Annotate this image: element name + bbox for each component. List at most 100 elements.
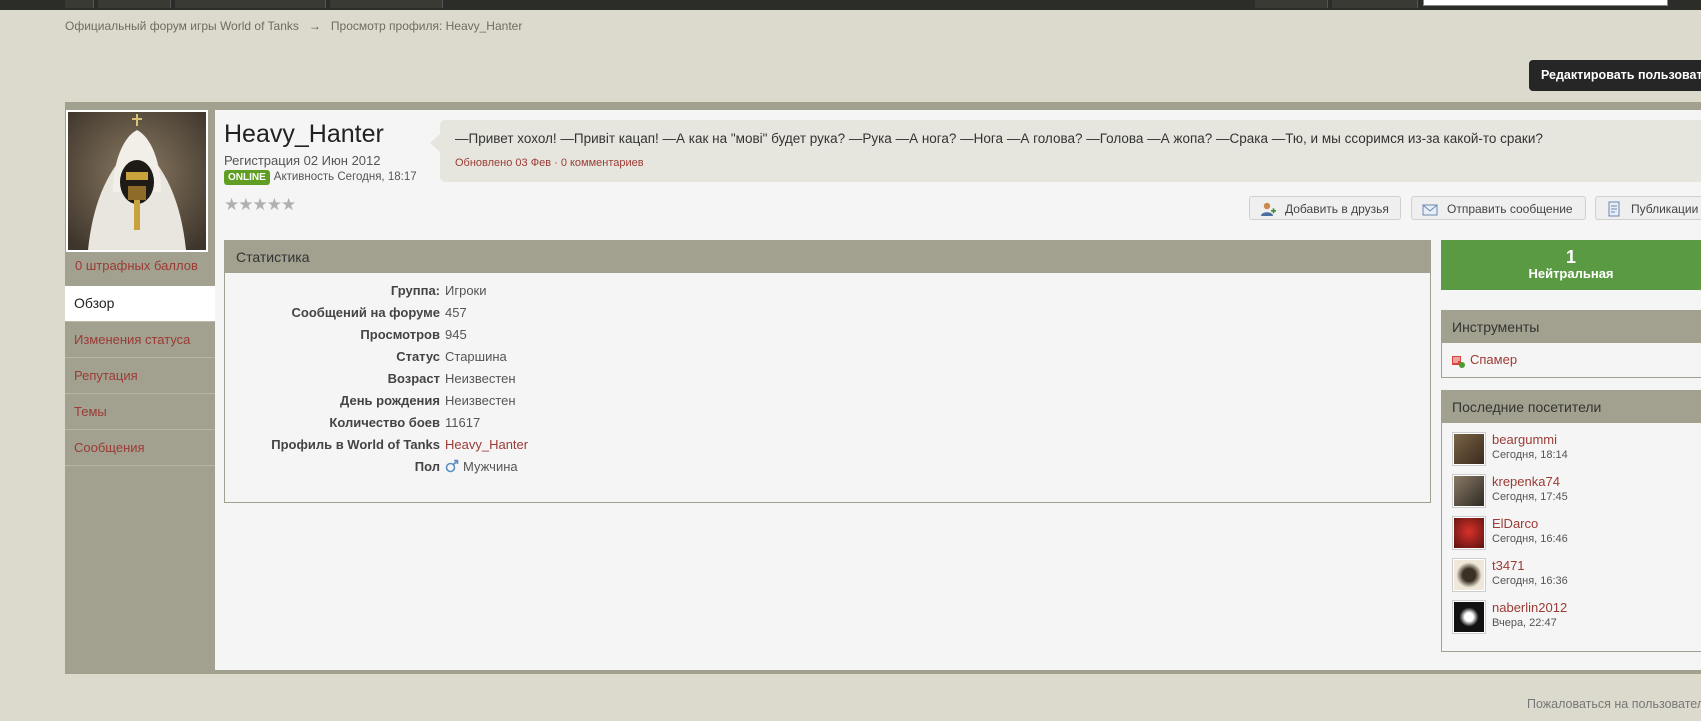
sidebar-item-posts[interactable]: Сообщения [65, 430, 215, 466]
nav-segment[interactable] [330, 0, 443, 8]
stat-key: Возраст [387, 371, 440, 386]
stat-value: Игроки [445, 283, 487, 298]
breadcrumb-home-link[interactable]: Официальный форум игры World of Tanks [65, 19, 299, 33]
nav-segment[interactable] [1255, 0, 1328, 8]
star-icon[interactable]: ★ [253, 195, 268, 215]
nav-segment[interactable] [175, 0, 326, 8]
gender-value: Мужчина [445, 459, 518, 474]
visitor-name-link[interactable]: krepenka74 [1492, 474, 1560, 489]
send-message-label: Отправить сообщение [1447, 202, 1573, 216]
visitor-name-link[interactable]: beargummi [1492, 432, 1557, 447]
online-badge: ONLINE [224, 170, 270, 185]
visitor-time: Вчера, 22:47 [1492, 617, 1557, 629]
penalty-points-link[interactable]: 0 штрафных баллов [75, 258, 198, 273]
stat-key: Сообщений на форуме [291, 305, 440, 320]
visitor-avatar[interactable] [1452, 474, 1486, 508]
top-navigation-bar [0, 0, 1701, 10]
nav-segment[interactable] [98, 0, 171, 8]
spammer-tool-link[interactable]: Спамер [1451, 352, 1517, 368]
stat-key: Группа: [390, 283, 440, 298]
visitor-time: Сегодня, 16:46 [1492, 533, 1568, 545]
status-bubble: —Привет хохол! —Привіт кацап! —А как на … [430, 120, 1701, 182]
visitor-avatar[interactable] [1452, 558, 1486, 592]
stat-value: Старшина [445, 349, 507, 364]
reputation-value: 1 [1565, 247, 1576, 267]
stat-row: Пол Мужчина [225, 459, 1430, 481]
star-icon[interactable]: ★ [281, 195, 296, 215]
visitor-name-link[interactable]: t3471 [1492, 558, 1525, 573]
avatar[interactable] [66, 110, 208, 252]
reputation-label: Нейтральная [1528, 266, 1614, 281]
nav-segment[interactable] [1332, 0, 1418, 8]
send-message-button[interactable]: Отправить сообщение [1411, 196, 1586, 220]
profile-username: Heavy_Hanter [224, 120, 384, 148]
online-status-row: ONLINE Активность Сегодня, 18:17 [224, 170, 417, 185]
add-friend-button[interactable]: Добавить в друзья [1249, 196, 1401, 220]
sidebar-item-topics[interactable]: Темы [65, 394, 215, 430]
stat-row: Профиль в World of Tanks Heavy_Hanter [225, 437, 1430, 459]
visitor-item: naberlin2012 Вчера, 22:47 [1452, 600, 1692, 638]
spammer-label: Спамер [1470, 352, 1518, 367]
visitor-name-link[interactable]: ElDarco [1492, 516, 1538, 531]
search-input[interactable] [1423, 0, 1668, 6]
stat-key: Просмотров [360, 327, 440, 342]
add-friend-icon [1261, 202, 1276, 216]
spam-flag-icon [1452, 355, 1465, 368]
star-icon[interactable]: ★ [267, 195, 282, 215]
stat-row: Просмотров 945 [225, 327, 1430, 349]
stat-row: День рождения Неизвестен [225, 393, 1430, 415]
wot-profile-link[interactable]: Heavy_Hanter [445, 437, 528, 452]
status-text: —Привет хохол! —Привіт кацап! —А как на … [455, 131, 1543, 146]
profile-tabs-menu: Обзор Изменения статуса Репутация Темы С… [65, 286, 215, 466]
sidebar-item-overview[interactable]: Обзор [65, 286, 215, 322]
visitor-avatar[interactable] [1452, 516, 1486, 550]
reputation-box[interactable]: 1 Нейтральная [1441, 240, 1701, 290]
visitor-avatar[interactable] [1452, 432, 1486, 466]
breadcrumb-current[interactable]: Просмотр профиля: Heavy_Hanter [331, 19, 522, 33]
star-icon[interactable]: ★ [224, 195, 239, 215]
publications-button[interactable]: Публикации [1595, 196, 1701, 220]
add-friend-label: Добавить в друзья [1285, 202, 1389, 216]
stat-row: Статус Старшина [225, 349, 1430, 371]
last-activity: Активность Сегодня, 18:17 [273, 171, 417, 183]
stat-key: Пол [414, 459, 440, 474]
visitor-avatar[interactable] [1452, 600, 1486, 634]
sidebar-item-status-changes[interactable]: Изменения статуса [65, 322, 215, 358]
stat-row: Сообщений на форуме 457 [225, 305, 1430, 327]
status-meta-link[interactable]: Обновлено 03 Фев · 0 комментариев [455, 157, 644, 169]
recent-visitors-panel: Последние посетители beargummi Сегодня, … [1441, 390, 1701, 652]
avatar-image-icon [68, 112, 206, 250]
envelope-icon [1422, 204, 1438, 216]
document-icon [1608, 201, 1620, 217]
report-user-link[interactable]: Пожаловаться на пользователя [1527, 697, 1701, 711]
visitor-time: Сегодня, 17:45 [1492, 491, 1568, 503]
stat-value: Неизвестен [445, 393, 516, 408]
stat-key: Количество боев [329, 415, 440, 430]
statistics-title: Статистика [225, 241, 1430, 273]
rating-stars[interactable]: ★★★★★ [224, 195, 296, 215]
stat-value: 457 [445, 305, 467, 320]
nav-segment[interactable] [65, 0, 94, 8]
visitor-name-link[interactable]: naberlin2012 [1492, 600, 1567, 615]
stat-row: Количество боев 11617 [225, 415, 1430, 437]
stat-value: 11617 [445, 415, 481, 430]
registration-date: Регистрация 02 Июн 2012 [224, 153, 381, 168]
publications-label: Публикации [1631, 202, 1699, 216]
stat-key: День рождения [340, 393, 440, 408]
visitor-item: t3471 Сегодня, 16:36 [1452, 558, 1692, 596]
visitor-item: krepenka74 Сегодня, 17:45 [1452, 474, 1692, 512]
visitor-item: beargummi Сегодня, 18:14 [1452, 432, 1692, 470]
recent-visitors-title: Последние посетители [1442, 391, 1701, 423]
star-icon[interactable]: ★ [238, 195, 253, 215]
male-icon [445, 459, 459, 473]
breadcrumb: Официальный форум игры World of Tanks → Пр… [65, 19, 522, 33]
stat-value: 945 [445, 327, 467, 342]
stat-key: Статус [396, 349, 440, 364]
sidebar-item-reputation[interactable]: Репутация [65, 358, 215, 394]
breadcrumb-arrow-icon: → [308, 19, 321, 33]
tools-title: Инструменты [1442, 311, 1701, 343]
edit-user-button[interactable]: Редактировать пользователя [1529, 60, 1701, 91]
stat-value: Неизвестен [445, 371, 516, 386]
stat-key: Профиль в World of Tanks [271, 437, 440, 452]
gender-label: Мужчина [463, 459, 518, 474]
